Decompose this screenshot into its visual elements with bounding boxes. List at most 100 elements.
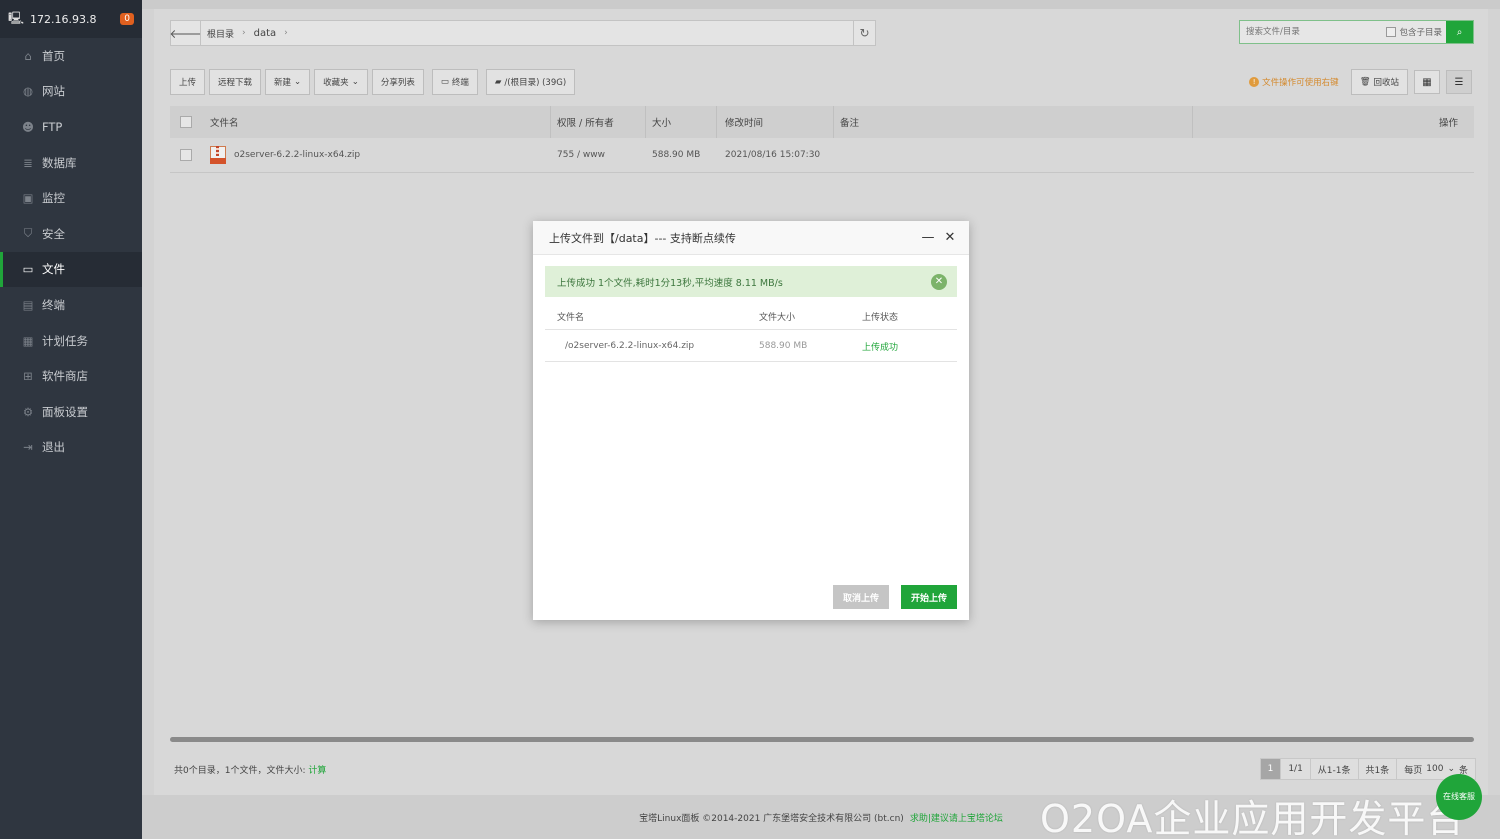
sidebar-item-security[interactable]: ⛉ 安全 xyxy=(0,216,142,252)
search-button[interactable]: ⌕ xyxy=(1446,21,1473,43)
page-count: 1/1 xyxy=(1280,758,1311,780)
breadcrumb-root[interactable]: 根目录 xyxy=(207,27,234,40)
database-icon: ≣ xyxy=(23,155,33,170)
server-icon: 🖳 xyxy=(8,10,25,25)
chevron-down-icon: ⌄ xyxy=(351,77,359,87)
cancel-upload-button[interactable]: 取消上传 xyxy=(832,585,889,609)
file-size: 588.90 MB xyxy=(652,150,701,160)
dialog-title: 上传文件到【/data】--- 支持断点续传 xyxy=(549,231,736,245)
file-table-header: 文件名 权限 / 所有者 大小 修改时间 备注 操作 xyxy=(170,106,1474,138)
monitor-icon: ▣ xyxy=(22,191,34,206)
sidebar: 🖳 172.16.93.8 0 ⌂ 首页 ◍ 网站 ☻ FTP ≣ 数据库 ▣ 监控 ⛉ 安… xyxy=(0,0,142,839)
dismiss-icon[interactable]: ✕ xyxy=(931,273,947,290)
right-click-tip: ! 文件操作可使用右键 xyxy=(1249,76,1339,88)
sidebar-item-website[interactable]: ◍ 网站 xyxy=(0,74,142,110)
list-view-button[interactable]: ☰ xyxy=(1446,70,1472,94)
table-row[interactable]: o2server-6.2.2-linux-x64.zip 755 / www 5… xyxy=(170,138,1474,173)
upload-dialog: 上传文件到【/data】--- 支持断点续传 — ✕ 上传成功 1个文件,耗时1… xyxy=(533,221,969,620)
grid-icon: ⊞ xyxy=(23,369,33,384)
forum-link[interactable]: 求助|建议请上宝塔论坛 xyxy=(910,811,1003,824)
row-checkbox[interactable] xyxy=(180,149,192,161)
header-size[interactable]: 大小 xyxy=(646,115,716,129)
header-note: 备注 xyxy=(840,118,860,129)
remote-download-button[interactable]: 远程下载 xyxy=(209,69,262,95)
search-icon: ⌕ xyxy=(1456,26,1463,38)
sidebar-item-logout[interactable]: ⇥ 退出 xyxy=(0,430,142,466)
include-subdir-checkbox[interactable]: 包含子目录 xyxy=(1386,21,1446,43)
table-row: /o2server-6.2.2-linux-x64.zip 588.90 MB … xyxy=(545,331,957,362)
watermark-text: O2OA企业应用开发平台 xyxy=(1040,797,1466,839)
file-stats: 共0个目录，1个文件，文件大小: 计算 xyxy=(174,766,327,776)
dialog-header: 上传文件到【/data】--- 支持断点续传 — ✕ xyxy=(533,221,969,255)
toolbar-right: ! 文件操作可使用右键 🗑 回收站 ▦ ☰ xyxy=(1249,69,1472,95)
close-icon[interactable]: ✕ xyxy=(939,230,961,245)
header-name[interactable]: 文件名 xyxy=(192,115,550,129)
terminal-button[interactable]: ▭ 终端 xyxy=(431,69,478,95)
file-name[interactable]: o2server-6.2.2-linux-x64.zip xyxy=(234,150,360,160)
page-current[interactable]: 1 xyxy=(1259,758,1282,780)
server-header: 🖳 172.16.93.8 0 xyxy=(0,0,142,38)
sidebar-item-ftp[interactable]: ☻ FTP xyxy=(0,109,142,145)
checkbox-icon xyxy=(1386,27,1397,37)
disk-button[interactable]: ▰/(根目录) (39G) xyxy=(485,69,576,95)
notification-badge[interactable]: 0 xyxy=(120,13,134,25)
refresh-icon[interactable]: ↻ xyxy=(853,21,875,45)
sidebar-item-terminal[interactable]: ▤ 终端 xyxy=(0,287,142,323)
file-time: 2021/08/16 15:07:30 xyxy=(725,150,821,160)
breadcrumb-current[interactable]: data xyxy=(254,28,277,39)
header-ops: 操作 xyxy=(1438,118,1458,129)
terminal-icon: ▤ xyxy=(22,297,34,312)
pagination: 1 1/1 从1-1条 共1条 每页 100 ⌄ 条 xyxy=(1259,758,1476,780)
chevron-down-icon: ⌄ xyxy=(1447,764,1455,774)
sidebar-item-database[interactable]: ≣ 数据库 xyxy=(0,145,142,181)
horizontal-scrollbar[interactable] xyxy=(170,737,1474,742)
search-box: 包含子目录 ⌕ xyxy=(1239,20,1474,44)
search-input[interactable] xyxy=(1240,21,1387,43)
grid-icon: ▦ xyxy=(1422,76,1432,88)
gear-icon: ⚙ xyxy=(22,404,34,419)
share-list-button[interactable]: 分享列表 xyxy=(371,69,424,95)
calendar-icon: ▦ xyxy=(22,333,34,348)
path-bar: 🡐 根目录 › data › ↻ xyxy=(169,20,876,46)
calc-size-link[interactable]: 计算 xyxy=(308,766,326,776)
trash-icon: 🗑 xyxy=(1359,77,1371,87)
upload-success-alert: 上传成功 1个文件,耗时1分13秒,平均速度 8.11 MB/s ✕ xyxy=(545,266,957,297)
info-icon: ! xyxy=(1249,77,1260,87)
sidebar-item-store[interactable]: ⊞ 软件商店 xyxy=(0,358,142,394)
zip-file-icon xyxy=(210,146,226,164)
new-button[interactable]: 新建 ⌄ xyxy=(265,69,311,95)
upload-button[interactable]: 上传 xyxy=(170,69,206,95)
back-arrow-icon[interactable]: 🡐 xyxy=(169,21,202,45)
alert-message: 上传成功 1个文件,耗时1分13秒,平均速度 8.11 MB/s xyxy=(557,277,783,289)
shield-icon: ⛉ xyxy=(23,226,33,241)
header-perm[interactable]: 权限 / 所有者 xyxy=(551,115,645,129)
home-icon: ⌂ xyxy=(24,48,32,63)
chevron-down-icon: ⌄ xyxy=(294,77,302,87)
file-name-cell[interactable]: o2server-6.2.2-linux-x64.zip xyxy=(192,146,550,164)
favorites-button[interactable]: 收藏夹 ⌄ xyxy=(314,69,368,95)
minimize-icon[interactable]: — xyxy=(917,230,939,245)
grid-view-button[interactable]: ▦ xyxy=(1414,70,1440,94)
header-time[interactable]: 修改时间 xyxy=(717,115,833,129)
sidebar-item-home[interactable]: ⌂ 首页 xyxy=(0,38,142,74)
recycle-bin-button[interactable]: 🗑 回收站 xyxy=(1350,69,1408,95)
sidebar-item-monitor[interactable]: ▣ 监控 xyxy=(0,180,142,216)
sidebar-item-files[interactable]: ▭ 文件 xyxy=(0,251,142,288)
select-all-checkbox[interactable] xyxy=(180,116,192,128)
online-service-button[interactable]: 在线客服 xyxy=(1436,774,1482,820)
page-total: 共1条 xyxy=(1357,758,1398,780)
sidebar-item-cron[interactable]: ▦ 计划任务 xyxy=(0,323,142,359)
file-perm[interactable]: 755 / www xyxy=(551,150,645,160)
chevron-right-icon: › xyxy=(242,28,246,38)
sidebar-item-settings[interactable]: ⚙ 面板设置 xyxy=(0,394,142,430)
chevron-right-icon: › xyxy=(284,28,288,38)
user-icon: ☻ xyxy=(22,119,34,134)
disk-icon: ▰ xyxy=(494,77,502,87)
list-icon: ☰ xyxy=(1454,76,1464,88)
folder-icon: ▭ xyxy=(22,262,34,277)
server-ip: 172.16.93.8 xyxy=(30,12,97,26)
globe-icon: ◍ xyxy=(22,84,34,99)
upload-status: 上传成功 xyxy=(862,342,899,353)
upload-file-size: 588.90 MB xyxy=(759,341,808,351)
start-upload-button[interactable]: 开始上传 xyxy=(900,585,957,609)
